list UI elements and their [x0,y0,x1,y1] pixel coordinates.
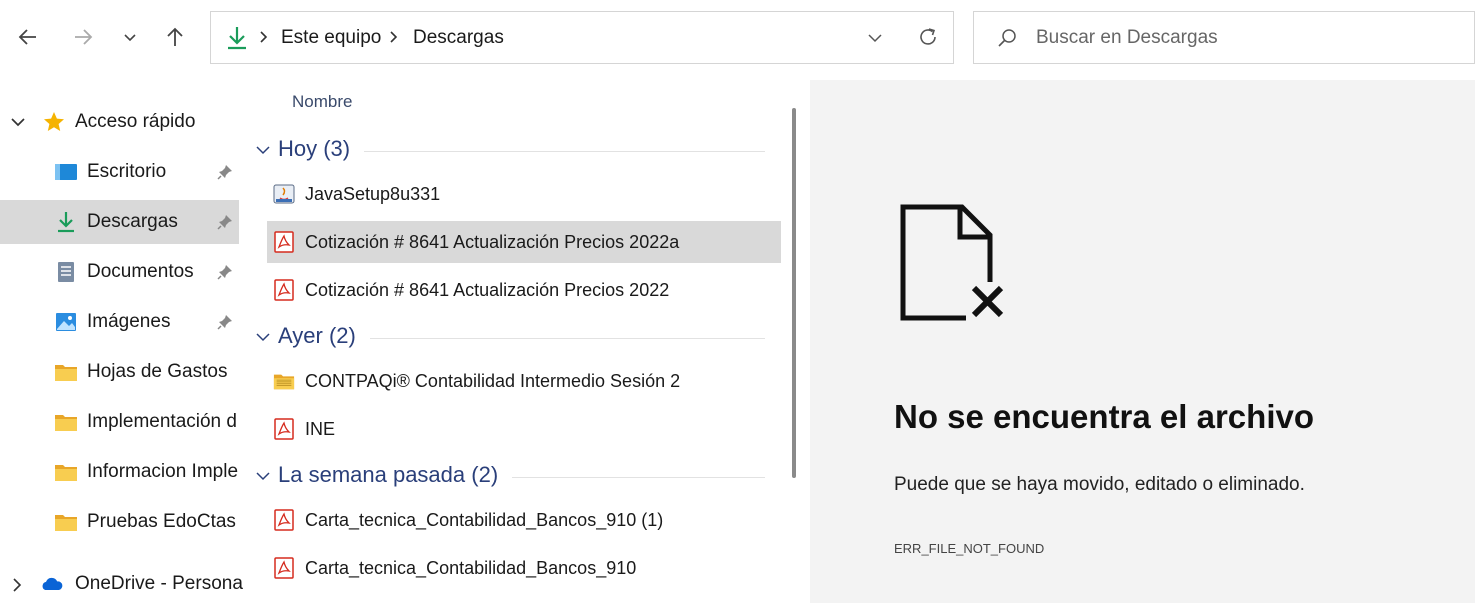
file-row[interactable]: Cotización # 8641 Actualización Precios … [267,269,781,311]
chevron-down-icon[interactable] [255,470,271,482]
refresh-icon[interactable] [917,26,939,48]
chevron-down-icon[interactable] [255,331,271,343]
up-button[interactable] [160,22,190,52]
group-header-la-semana-pasada[interactable]: La semana pasada (2) [253,459,773,493]
pdf-icon [274,279,294,301]
file-row[interactable]: Carta_tecnica_Contabilidad_Bancos_910 (1… [267,499,781,541]
sidebar-item-implementacion[interactable]: Implementación d [0,400,239,444]
sidebar-item-informacion[interactable]: Informacion Imple [0,450,239,494]
folder-icon [55,365,77,381]
java-installer-icon [273,184,295,204]
breadcrumb-este-equipo[interactable]: Este equipo [281,27,381,49]
chevron-right-icon [260,31,268,43]
sidebar-item-label: OneDrive - Personal [75,573,243,594]
sidebar-item-label: Descargas [87,211,178,232]
sidebar-item-pruebas-edoctas[interactable]: Pruebas EdoCtas [0,500,239,544]
file-name: Cotización # 8641 Actualización Precios … [305,280,670,300]
chevron-right-icon [390,31,398,43]
sidebar-item-descargas[interactable]: Descargas [0,200,239,244]
chevron-down-icon[interactable] [867,30,883,46]
file-name: Carta_tecnica_Contabilidad_Bancos_910 (1… [305,510,664,530]
preview-pane: No se encuentra el archivo Puede que se … [810,80,1475,603]
group-label: La semana pasada (2) [278,462,513,488]
group-divider [503,477,765,478]
sidebar-item-hojas-de-gastos[interactable]: Hojas de Gastos [0,350,239,394]
navigation-pane: Acceso rápido Escritorio Descargas Docum… [0,80,243,603]
forward-arrow-icon [75,29,93,45]
file-row[interactable]: Carta_tecnica_Contabilidad_Bancos_910 [267,547,781,589]
pdf-icon [274,418,294,440]
sidebar-item-label: Pruebas EdoCtas [87,511,236,532]
pictures-icon [56,313,76,331]
pdf-icon [274,557,294,579]
folder-icon [55,515,77,531]
chevron-right-icon[interactable] [10,577,24,593]
sidebar-item-label: Acceso rápido [75,111,196,132]
sidebar-item-label: Informacion Imple [87,461,239,482]
sidebar-item-label: Documentos [87,261,194,282]
sidebar-item-documentos[interactable]: Documentos [0,250,239,294]
pdf-icon [274,509,294,531]
chevron-down-icon[interactable] [255,144,271,156]
file-name: INE [305,419,336,439]
sidebar-item-label: Hojas de Gastos [87,361,228,382]
star-icon [44,112,64,131]
file-row[interactable]: JavaSetup8u331 [267,173,781,215]
sidebar-item-escritorio[interactable]: Escritorio [0,150,239,194]
pdf-icon [274,231,294,253]
onedrive-cloud-icon [42,577,63,590]
toolbar: Este equipo Descargas [0,0,1475,80]
back-button[interactable] [13,22,43,52]
group-label: Hoy (3) [278,136,365,162]
chevron-down-icon[interactable] [10,115,26,129]
folder-icon [55,415,77,431]
preview-error-title: No se encuentra el archivo [894,398,1314,435]
group-label: Ayer (2) [278,323,370,349]
file-row[interactable]: CONTPAQi® Contabilidad Intermedio Sesión… [267,360,781,402]
file-name: CONTPAQi® Contabilidad Intermedio Sesión… [305,371,681,391]
file-not-found-icon [900,204,1006,322]
zip-folder-icon [273,374,295,390]
search-input[interactable] [1036,24,1456,52]
sidebar-item-label: Escritorio [87,161,167,182]
preview-error-code: ERR_FILE_NOT_FOUND [894,541,1045,556]
file-list: Nombre Hoy (3) JavaSetup8u331 Cotización… [243,80,796,603]
file-name: JavaSetup8u331 [305,184,441,204]
vertical-scrollbar[interactable] [792,108,796,478]
sidebar-item-imagenes[interactable]: Imágenes [0,300,239,344]
preview-error-message: Puede que se haya movido, editado o elim… [894,474,1305,495]
group-header-ayer[interactable]: Ayer (2) [253,320,773,354]
documents-icon [58,262,74,282]
sidebar-item-label: Imágenes [87,311,171,332]
file-row-selected[interactable]: Cotización # 8641 Actualización Precios … [267,221,781,263]
folder-icon [55,465,77,481]
pin-icon[interactable] [216,263,234,281]
file-name: Carta_tecnica_Contabilidad_Bancos_910 [305,558,637,578]
group-header-hoy[interactable]: Hoy (3) [253,133,773,167]
group-divider [363,151,765,152]
address-bar[interactable]: Este equipo Descargas [210,11,954,64]
download-icon [228,27,246,50]
chevron-down-icon [124,34,136,42]
pin-icon[interactable] [216,213,234,231]
up-arrow-icon [167,27,183,46]
pin-icon[interactable] [216,163,234,181]
breadcrumb-descargas[interactable]: Descargas [413,27,504,49]
desktop-icon [55,164,77,180]
sidebar-item-quick-access[interactable]: Acceso rápido [0,100,239,144]
column-header-nombre[interactable]: Nombre [292,92,352,112]
sidebar-item-label: Implementación d [87,411,237,432]
recent-locations-button[interactable] [115,22,145,52]
pin-icon[interactable] [216,313,234,331]
file-row[interactable]: INE [267,408,781,450]
sidebar-item-onedrive[interactable]: OneDrive - Personal [0,562,243,603]
file-name: Cotización # 8641 Actualización Precios … [305,232,680,252]
download-icon [58,212,74,233]
search-box[interactable] [973,11,1475,64]
group-divider [363,338,765,339]
back-arrow-icon [18,29,36,45]
search-icon [998,29,1016,47]
forward-button[interactable] [68,22,98,52]
